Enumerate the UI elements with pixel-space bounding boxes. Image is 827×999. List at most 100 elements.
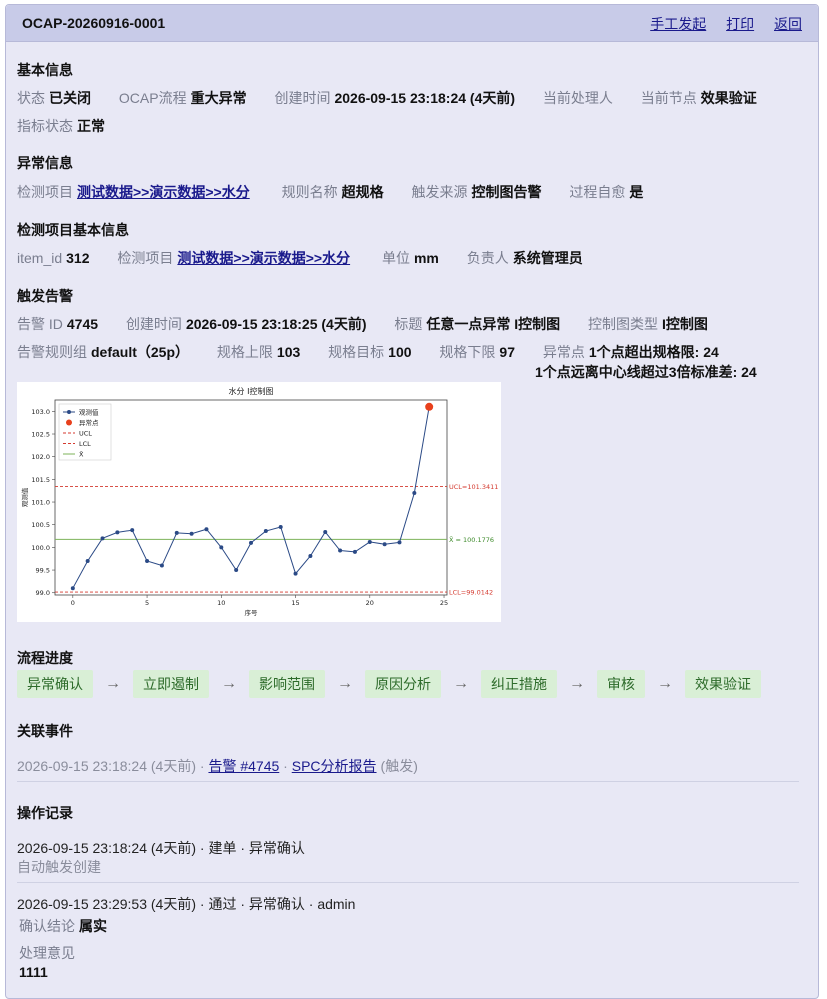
observation-point bbox=[85, 558, 90, 563]
abnormal-points-label: 异常点 bbox=[542, 344, 585, 360]
alarm-created-label: 创建时间 bbox=[125, 316, 182, 332]
y-tick-label: 102.5 bbox=[31, 431, 50, 439]
observation-point bbox=[234, 568, 239, 573]
flow-label: OCAP流程 bbox=[118, 90, 187, 106]
flow-step-corrective[interactable]: 纠正措施 bbox=[481, 670, 557, 698]
control-chart-image: 水分 I控制图 99.0 99.5 100.0 100.5 101.0 101.5 102.0… bbox=[17, 382, 501, 622]
alarm-id-label: 告警 ID bbox=[17, 316, 63, 332]
control-chart: 水分 I控制图 99.0 99.5 100.0 100.5 101.0 101.5 102.0… bbox=[20, 386, 498, 617]
related-tag: (触发) bbox=[380, 758, 418, 774]
ucl-label: UCL=101.3411 bbox=[449, 483, 498, 491]
manual-start-link[interactable]: 手工发起 bbox=[650, 16, 706, 32]
observation-point bbox=[204, 527, 209, 532]
observation-point bbox=[293, 571, 298, 576]
observation-point bbox=[397, 540, 402, 545]
check-item-label: 检测项目 bbox=[17, 184, 73, 200]
conclusion-label: 确认结论 bbox=[19, 918, 75, 934]
legend-label: 观测值 bbox=[79, 408, 99, 417]
rule-group-value: default（25p） bbox=[91, 344, 190, 360]
observation-point bbox=[278, 524, 283, 529]
section-ops-title: 操作记录 bbox=[17, 805, 73, 821]
back-link[interactable]: 返回 bbox=[774, 16, 802, 32]
y-tick-label: 99.0 bbox=[36, 589, 50, 597]
related-time: 2026-09-15 23:18:24 (4天前) bbox=[17, 758, 196, 774]
observation-point bbox=[412, 490, 417, 495]
alarm-row-3: 1个点远离中心线超过3倍标准差: 24 bbox=[535, 362, 781, 382]
basic-row-1: 状态 已关闭 OCAP流程 重大异常 创建时间 2026-09-15 23:18:24… bbox=[17, 88, 781, 108]
x-tick-label: 15 bbox=[291, 599, 299, 607]
panel-header: OCAP-20260916-0001 手工发起 打印 返回 bbox=[6, 5, 818, 42]
observation-point bbox=[100, 536, 105, 541]
handler-label: 当前处理人 bbox=[542, 90, 613, 106]
print-link[interactable]: 打印 bbox=[726, 16, 754, 32]
item-id-label: item_id bbox=[17, 250, 63, 266]
legend-swatch bbox=[66, 419, 72, 426]
flow-step-impact[interactable]: 影响范围 bbox=[249, 670, 325, 698]
divider bbox=[17, 781, 799, 782]
alarm-event-link[interactable]: 告警 #4745 bbox=[208, 758, 279, 774]
flow-step-contain[interactable]: 立即遏制 bbox=[133, 670, 209, 698]
check-item-link[interactable]: 测试数据>>演示数据>>水分 bbox=[77, 184, 250, 200]
op-record-2-conclusion: 确认结论 属实 bbox=[19, 916, 131, 936]
source-label: 触发来源 bbox=[411, 184, 468, 200]
lcl-label: LCL=99.0142 bbox=[449, 589, 493, 597]
lsl-value: 97 bbox=[499, 344, 515, 360]
alarm-created-value: 2026-09-15 23:18:25 (4天前) bbox=[185, 316, 367, 332]
metric-value: 正常 bbox=[77, 118, 105, 134]
chart-type-value: I控制图 bbox=[662, 316, 708, 332]
itembase-row: item_id 312 检测项目 测试数据>>演示数据>>水分 单位 mm 负责人 系统… bbox=[17, 248, 607, 268]
flow-progress: 异常确认 → 立即遏制 → 影响范围 → 原因分析 → 纠正措施 → 审核 → 效果验证 bbox=[17, 670, 761, 698]
spc-report-link[interactable]: SPC分析报告 bbox=[292, 758, 377, 774]
op-opinion-label: 处理意见 bbox=[19, 945, 75, 961]
divider bbox=[17, 882, 799, 883]
observation-point bbox=[70, 586, 75, 591]
arrow-icon: → bbox=[453, 675, 469, 692]
legend-label: 异常点 bbox=[79, 418, 99, 427]
rule-value: 超规格 bbox=[341, 184, 384, 200]
alarm-row-1: 告警 ID 4745 创建时间 2026-09-15 23:18:25 (4天前) … bbox=[17, 314, 732, 334]
abnormal-point-2: 1个点远离中心线超过3倍标准差: 24 bbox=[535, 364, 757, 380]
observation-point bbox=[382, 542, 387, 547]
observation-point bbox=[249, 540, 253, 545]
flow-step-confirm[interactable]: 异常确认 bbox=[17, 670, 93, 698]
owner-label: 负责人 bbox=[466, 250, 509, 266]
separator-dot: · bbox=[196, 758, 209, 774]
observation-point bbox=[145, 558, 150, 563]
status-label: 状态 bbox=[17, 90, 45, 106]
usl-label: 规格上限 bbox=[216, 344, 273, 360]
itembase-item-label: 检测项目 bbox=[117, 250, 174, 266]
arrow-icon: → bbox=[657, 675, 673, 692]
flow-step-review[interactable]: 审核 bbox=[597, 670, 645, 698]
op-record-2-line: 2026-09-15 23:29:53 (4天前) · 通过 · 异常确认 · … bbox=[17, 896, 356, 912]
alarm-subject-label: 标题 bbox=[394, 316, 423, 332]
chart-title: 水分 I控制图 bbox=[229, 386, 274, 396]
observation-point bbox=[263, 529, 268, 534]
section-related-title: 关联事件 bbox=[17, 723, 73, 739]
ocap-id-title: OCAP-20260916-0001 bbox=[22, 15, 166, 31]
legend-label: UCL bbox=[79, 430, 92, 438]
op-record-1-note: 自动触发创建 bbox=[17, 859, 101, 875]
flow-step-rootcause[interactable]: 原因分析 bbox=[365, 670, 441, 698]
itembase-item-link[interactable]: 测试数据>>演示数据>>水分 bbox=[177, 250, 350, 266]
usl-value: 103 bbox=[276, 344, 301, 360]
op-opinion-value: 1111 bbox=[19, 964, 48, 980]
y-axis-label: 观测值 bbox=[20, 487, 29, 507]
flow-step-verify[interactable]: 效果验证 bbox=[685, 670, 761, 698]
x-tick-label: 25 bbox=[440, 599, 448, 607]
item-id-value: 312 bbox=[66, 250, 90, 266]
arrow-icon: → bbox=[569, 675, 585, 692]
y-tick-label: 103.0 bbox=[31, 408, 50, 416]
source-value: 控制图告警 bbox=[471, 184, 542, 200]
alarm-subject-value: 任意一点异常 I控制图 bbox=[426, 316, 561, 332]
related-event-row: 2026-09-15 23:18:24 (4天前) · 告警 #4745 · S… bbox=[17, 756, 418, 776]
created-label: 创建时间 bbox=[274, 90, 331, 106]
observation-point bbox=[130, 528, 135, 533]
rule-group-label: 告警规则组 bbox=[17, 344, 87, 360]
center-label: X̄ = 100.1776 bbox=[449, 535, 494, 544]
y-tick-label: 100.0 bbox=[31, 544, 50, 552]
legend-label: LCL bbox=[79, 440, 91, 448]
chart-type-label: 控制图类型 bbox=[588, 316, 659, 332]
lsl-label: 规格下限 bbox=[439, 344, 496, 360]
abnormal-row: 检测项目 测试数据>>演示数据>>水分 规则名称 超规格 触发来源 控制图告警 过程自… bbox=[17, 182, 667, 202]
observation-point bbox=[338, 548, 343, 553]
